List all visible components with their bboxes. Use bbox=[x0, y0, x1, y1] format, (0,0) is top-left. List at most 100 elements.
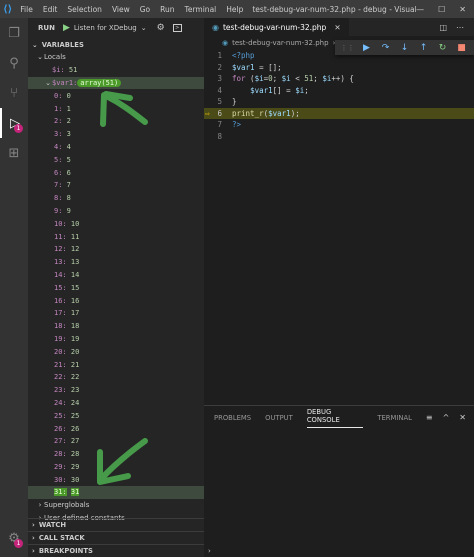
watch-header[interactable]: › WATCH bbox=[28, 518, 204, 531]
locals-scope[interactable]: ⌄ Locals bbox=[28, 51, 204, 64]
array-key: 11: bbox=[54, 232, 67, 241]
variable-row-i[interactable]: $i: 51 bbox=[28, 64, 204, 77]
code-line[interactable]: 5} bbox=[204, 96, 474, 108]
chevron-right-icon: › bbox=[32, 521, 35, 529]
array-item-row[interactable]: 26: 26 bbox=[28, 422, 204, 435]
explorer-icon[interactable]: ❐ bbox=[0, 18, 28, 48]
array-key: 23: bbox=[54, 386, 67, 395]
source-control-icon[interactable]: ⑂ bbox=[0, 78, 28, 108]
maximize-icon[interactable]: ☐ bbox=[438, 5, 445, 14]
extensions-icon[interactable]: ⊞ bbox=[0, 138, 28, 168]
array-item-row[interactable]: 13: 13 bbox=[28, 256, 204, 269]
array-item-row[interactable]: 15: 15 bbox=[28, 281, 204, 294]
gear-icon[interactable]: ⚙ bbox=[157, 23, 165, 33]
debug-config-select[interactable]: Listen for XDebug bbox=[74, 24, 137, 32]
menu-item-file[interactable]: File bbox=[15, 5, 38, 14]
filter-icon[interactable]: ≡ bbox=[426, 413, 433, 422]
restart-icon[interactable]: ↻ bbox=[434, 40, 451, 55]
chevron-right-icon: › bbox=[38, 501, 42, 510]
stop-icon[interactable]: ■ bbox=[453, 40, 470, 55]
settings-gear-icon[interactable]: ⚙ 1 bbox=[0, 523, 28, 553]
code-line[interactable]: 2 $var1 = []; bbox=[204, 62, 474, 74]
code-line[interactable]: 4 $var1[] = $i; bbox=[204, 85, 474, 97]
array-item-row[interactable]: 18: 18 bbox=[28, 320, 204, 333]
tab-debug-console[interactable]: DEBUG CONSOLE bbox=[306, 407, 364, 428]
array-item-row[interactable]: 23: 23 bbox=[28, 384, 204, 397]
menu-item-run[interactable]: Run bbox=[155, 5, 179, 14]
array-key: 20: bbox=[54, 347, 67, 356]
console-input-chevron-icon[interactable]: › bbox=[208, 547, 211, 555]
menu-item-selection[interactable]: Selection bbox=[62, 5, 107, 14]
array-item-row[interactable]: 10: 10 bbox=[28, 217, 204, 230]
array-item-row[interactable]: 9: 9 bbox=[28, 205, 204, 218]
array-item-row[interactable]: 16: 16 bbox=[28, 294, 204, 307]
array-item-row[interactable]: 30: 30 bbox=[28, 473, 204, 486]
array-item-row[interactable]: 20: 20 bbox=[28, 345, 204, 358]
menu-item-view[interactable]: View bbox=[107, 5, 135, 14]
run-debug-icon[interactable]: ▷ 1 bbox=[0, 108, 28, 138]
array-item-row[interactable]: 3: 3 bbox=[28, 128, 204, 141]
chevron-down-icon[interactable]: ⌄ bbox=[141, 24, 147, 32]
array-item-row[interactable]: 8: 8 bbox=[28, 192, 204, 205]
chevron-right-icon: › bbox=[32, 534, 35, 542]
array-item-row[interactable]: 7: 7 bbox=[28, 179, 204, 192]
code-area[interactable]: 1 <?php 2 $var1 = []; 3 for ($i=0; $i < 51; $… bbox=[204, 50, 474, 142]
code-line[interactable]: 7 ?> bbox=[204, 119, 474, 131]
menu-item-edit[interactable]: Edit bbox=[38, 5, 63, 14]
editor-tab[interactable]: ◉ test-debug-var-num-32.php ✕ bbox=[204, 18, 349, 36]
variables-header[interactable]: ⌄ VARIABLES bbox=[28, 38, 204, 51]
array-item-row[interactable]: 2: 2 bbox=[28, 115, 204, 128]
start-debugging-icon[interactable]: ▶ bbox=[63, 23, 70, 33]
call-stack-header[interactable]: › CALL STACK bbox=[28, 531, 204, 544]
array-item-row[interactable]: 0: 0 bbox=[28, 89, 204, 102]
code-line[interactable]: ⇨ 6 print_r($var1); bbox=[204, 107, 474, 119]
array-item-row[interactable]: 22: 22 bbox=[28, 371, 204, 384]
step-out-icon[interactable]: ↑ bbox=[415, 40, 432, 55]
superglobals-scope[interactable]: › Superglobals bbox=[28, 499, 204, 512]
array-value: 4 bbox=[66, 142, 71, 151]
maximize-panel-icon[interactable]: ^ bbox=[443, 413, 450, 422]
array-item-row[interactable]: 21: 21 bbox=[28, 358, 204, 371]
current-line-arrow-icon: ⇨ bbox=[205, 108, 210, 118]
code-token: <?php bbox=[232, 51, 255, 61]
array-item-row[interactable]: 24: 24 bbox=[28, 397, 204, 410]
code-line[interactable]: 8 bbox=[204, 131, 474, 143]
array-item-row[interactable]: 31: 31 bbox=[28, 486, 204, 499]
close-icon[interactable]: ✕ bbox=[334, 23, 340, 32]
array-item-row[interactable]: 5: 5 bbox=[28, 153, 204, 166]
tab-output[interactable]: OUTPUT bbox=[265, 413, 293, 422]
drag-handle-icon[interactable]: ⋮⋮ bbox=[339, 40, 356, 55]
array-item-row[interactable]: 27: 27 bbox=[28, 435, 204, 448]
code-token: $i bbox=[254, 74, 264, 84]
array-item-row[interactable]: 29: 29 bbox=[28, 461, 204, 474]
step-over-icon[interactable]: ↷ bbox=[377, 40, 394, 55]
array-item-row[interactable]: 1: 1 bbox=[28, 102, 204, 115]
more-actions-icon[interactable]: ⋯ bbox=[456, 23, 464, 32]
menu-item-terminal[interactable]: Terminal bbox=[180, 5, 222, 14]
array-item-row[interactable]: 4: 4 bbox=[28, 141, 204, 154]
close-panel-icon[interactable]: ✕ bbox=[459, 413, 466, 422]
array-item-row[interactable]: 6: 6 bbox=[28, 166, 204, 179]
split-editor-icon[interactable]: ◫ bbox=[439, 23, 447, 32]
array-item-row[interactable]: 19: 19 bbox=[28, 333, 204, 346]
breakpoints-header[interactable]: › BREAKPOINTS bbox=[28, 544, 204, 557]
close-window-icon[interactable]: ✕ bbox=[459, 5, 466, 14]
debug-console-icon[interactable]: > bbox=[172, 24, 182, 32]
array-item-row[interactable]: 17: 17 bbox=[28, 307, 204, 320]
array-key: 2: bbox=[54, 117, 63, 126]
array-item-row[interactable]: 28: 28 bbox=[28, 448, 204, 461]
continue-icon[interactable]: ▶ bbox=[358, 40, 375, 55]
step-into-icon[interactable]: ↓ bbox=[396, 40, 413, 55]
minimize-icon[interactable]: — bbox=[416, 5, 424, 14]
menu-item-help[interactable]: Help bbox=[221, 5, 248, 14]
array-item-row[interactable]: 25: 25 bbox=[28, 409, 204, 422]
array-item-row[interactable]: 11: 11 bbox=[28, 230, 204, 243]
array-item-row[interactable]: 12: 12 bbox=[28, 243, 204, 256]
variable-row-var1[interactable]: ⌄ $var1: array(51) bbox=[28, 76, 204, 90]
search-icon[interactable]: ⚲ bbox=[0, 48, 28, 78]
menu-item-go[interactable]: Go bbox=[135, 5, 155, 14]
array-item-row[interactable]: 14: 14 bbox=[28, 269, 204, 282]
tab-terminal[interactable]: TERMINAL bbox=[377, 413, 412, 422]
code-line[interactable]: 3 for ($i=0; $i < 51; $i++) { bbox=[204, 73, 474, 85]
tab-problems[interactable]: PROBLEMS bbox=[214, 413, 251, 422]
